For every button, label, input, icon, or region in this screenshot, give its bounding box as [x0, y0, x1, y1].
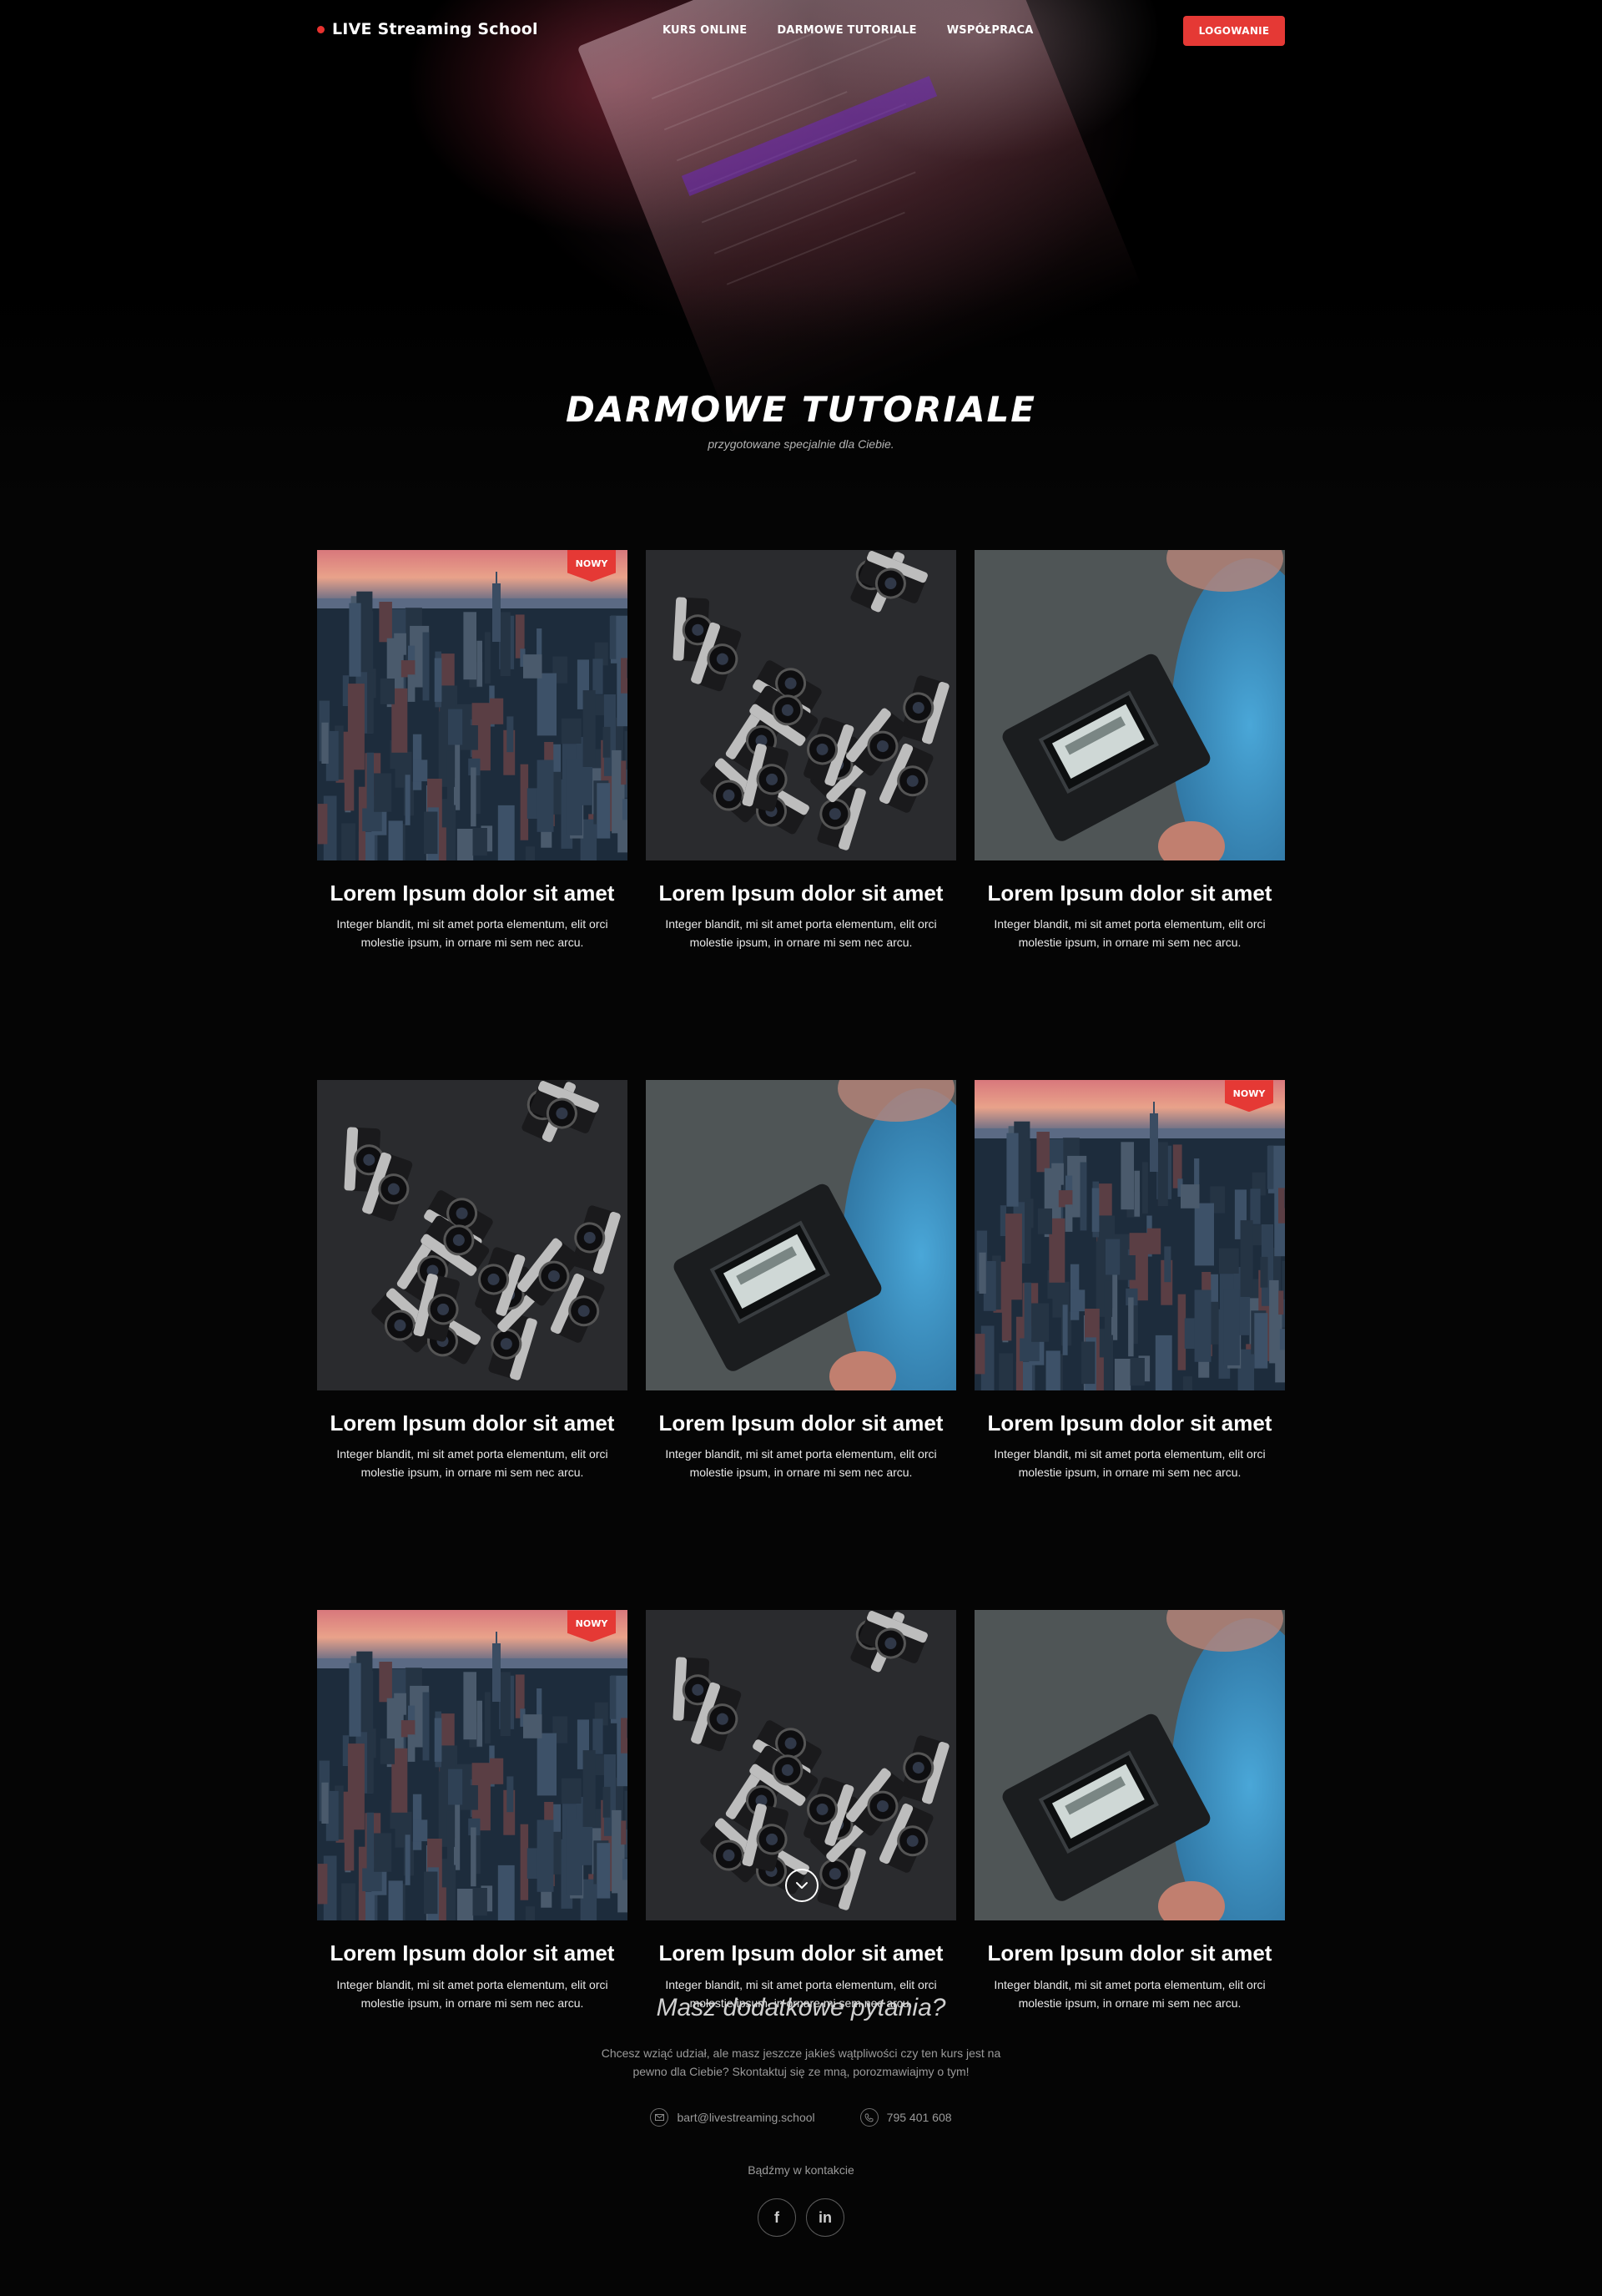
tutorial-card[interactable]: Lorem Ipsum dolor sit amet Integer blandi… [975, 1610, 1285, 2011]
new-badge: NOWY [1225, 1080, 1273, 1113]
live-dot-icon [317, 25, 325, 33]
contact-phone-text: 795 401 608 [886, 2111, 952, 2124]
tutorial-thumbnail[interactable]: NOWY [317, 1610, 627, 1921]
tutorial-description: Integer blandit, mi sit amet porta eleme… [994, 1447, 1266, 1480]
contact-email[interactable]: bart@livestreaming.school [650, 2108, 815, 2127]
main-nav: KURS ONLINE DARMOWE TUTORIALE WSPÓŁPRACA [662, 24, 1034, 37]
tutorial-thumbnail[interactable] [317, 1080, 627, 1391]
tutorial-grid: NOWY Lorem Ipsum dolor sit amet Integer bl… [317, 550, 1285, 2012]
social-label: Bądźmy w kontakcie [748, 2163, 854, 2177]
tutorial-description: Integer blandit, mi sit amet porta eleme… [665, 917, 937, 950]
tutorial-card[interactable]: NOWY Lorem Ipsum dolor sit amet Integer bl… [975, 1080, 1285, 1481]
tutorial-thumbnail[interactable]: NOWY [317, 550, 627, 860]
tutorial-card[interactable]: Lorem Ipsum dolor sit amet Integer blandi… [646, 1610, 956, 2011]
contact-title: Masz dodatkowe pytania? [656, 1994, 946, 2021]
nav-item-kurs-online[interactable]: KURS ONLINE [662, 24, 747, 37]
brand-name: LIVE Streaming School [332, 20, 538, 38]
tutorial-title[interactable]: Lorem Ipsum dolor sit amet [317, 1410, 627, 1436]
nav-item-wspolpraca[interactable]: WSPÓŁPRACA [947, 24, 1034, 37]
new-badge-label: NOWY [575, 1618, 608, 1630]
tutorial-card[interactable]: Lorem Ipsum dolor sit amet Integer blandi… [646, 550, 956, 951]
tutorial-thumbnail[interactable]: NOWY [975, 1080, 1285, 1391]
tutorial-title[interactable]: Lorem Ipsum dolor sit amet [975, 1940, 1285, 1966]
contact-info: bart@livestreaming.school 795 401 608 [0, 2108, 1602, 2127]
tutorial-title[interactable]: Lorem Ipsum dolor sit amet [646, 1410, 956, 1436]
new-badge-label: NOWY [575, 558, 608, 569]
tutorial-description: Integer blandit, mi sit amet porta eleme… [994, 917, 1266, 950]
facebook-icon: f [774, 2208, 779, 2226]
login-button[interactable]: LOGOWANIE [1183, 16, 1285, 46]
tutorial-card[interactable]: Lorem Ipsum dolor sit amet Integer blandi… [975, 550, 1285, 951]
linkedin-icon: in [819, 2208, 832, 2226]
load-more-button[interactable] [785, 1869, 819, 1902]
tutorial-card[interactable]: Lorem Ipsum dolor sit amet Integer blandi… [646, 1080, 956, 1481]
social-links: f in [0, 2198, 1602, 2237]
brand-logo[interactable]: LIVE Streaming School [317, 20, 538, 38]
tutorial-thumbnail[interactable] [646, 1080, 956, 1391]
tutorial-title[interactable]: Lorem Ipsum dolor sit amet [317, 881, 627, 906]
phone-icon [859, 2108, 879, 2127]
tutorial-title[interactable]: Lorem Ipsum dolor sit amet [646, 1940, 956, 1966]
tutorial-title[interactable]: Lorem Ipsum dolor sit amet [646, 881, 956, 906]
tutorial-description: Integer blandit, mi sit amet porta eleme… [336, 917, 608, 950]
page-subtitle: przygotowane specjalnie dla Ciebie. [708, 437, 894, 451]
tutorial-thumbnail[interactable] [975, 550, 1285, 860]
contact-email-text: bart@livestreaming.school [677, 2111, 815, 2124]
new-badge-label: NOWY [1232, 1088, 1266, 1100]
chevron-down-icon [796, 1882, 808, 1889]
tutorial-card[interactable]: Lorem Ipsum dolor sit amet Integer blandi… [317, 1080, 627, 1481]
email-icon [650, 2108, 669, 2127]
facebook-button[interactable]: f [758, 2198, 796, 2237]
linkedin-button[interactable]: in [806, 2198, 844, 2237]
tutorial-title[interactable]: Lorem Ipsum dolor sit amet [975, 881, 1285, 906]
page-title: DARMOWE TUTORIALE [566, 389, 1036, 430]
contact-phone[interactable]: 795 401 608 [859, 2108, 952, 2127]
new-badge: NOWY [567, 550, 616, 582]
tutorial-title[interactable]: Lorem Ipsum dolor sit amet [317, 1940, 627, 1966]
tutorial-thumbnail[interactable] [975, 1610, 1285, 1921]
tutorial-card[interactable]: NOWY Lorem Ipsum dolor sit amet Integer bl… [317, 550, 627, 951]
tutorial-card[interactable]: NOWY Lorem Ipsum dolor sit amet Integer bl… [317, 1610, 627, 2011]
tutorial-description: Integer blandit, mi sit amet porta eleme… [665, 1447, 937, 1480]
new-badge: NOWY [567, 1610, 616, 1643]
tutorial-description: Integer blandit, mi sit amet porta eleme… [336, 1447, 608, 1480]
tutorial-title[interactable]: Lorem Ipsum dolor sit amet [975, 1410, 1285, 1436]
contact-text: Chcesz wziąć udział, ale masz jeszcze ja… [601, 2046, 1001, 2078]
tutorial-thumbnail[interactable] [646, 550, 956, 860]
nav-item-darmowe-tutoriale[interactable]: DARMOWE TUTORIALE [777, 24, 916, 37]
